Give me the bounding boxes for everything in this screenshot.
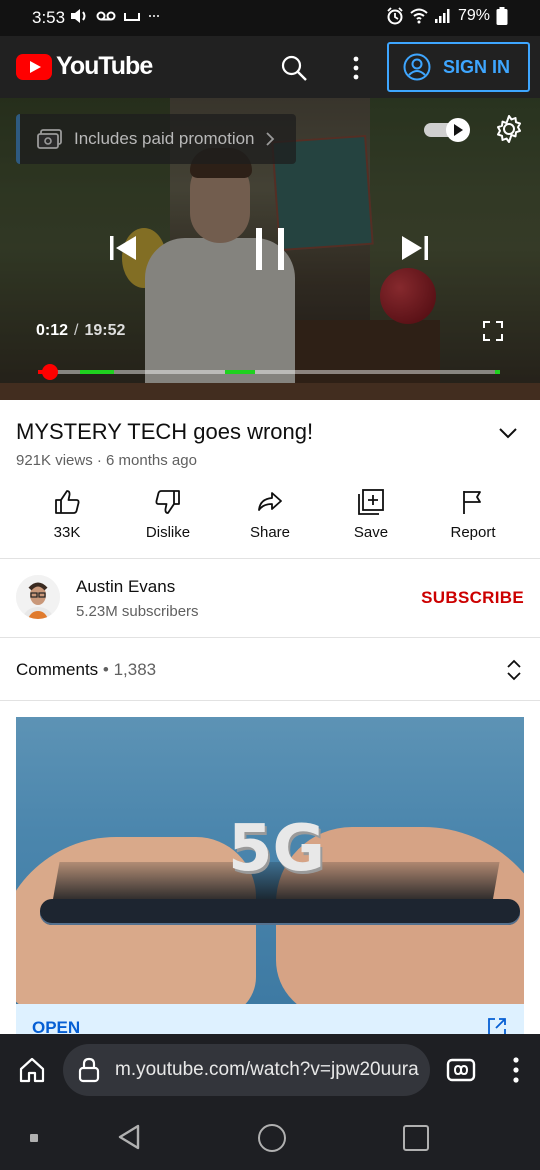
comments-label: Comments [16,660,99,679]
status-left-icons [70,8,160,24]
channel-avatar[interactable] [16,575,60,619]
ad-segment-marker [79,370,115,374]
account-icon [403,53,431,81]
paid-promotion-banner[interactable]: Includes paid promotion [16,114,296,164]
chevron-right-icon [265,132,274,146]
volume-icon [71,9,86,23]
tray-icon [124,13,140,21]
battery-icon [496,7,508,25]
expand-collapse-icon[interactable] [504,658,524,682]
lock-icon[interactable] [77,1057,101,1083]
channel-row[interactable]: Austin Evans 5.23M subscribers SUBSCRIBE [0,559,540,637]
more-options-icon[interactable] [346,54,366,82]
action-bar: 33K Dislike Share Save Report [0,480,540,558]
video-meta: 921K views · 6 months ago [16,452,197,469]
report-button[interactable]: Report [428,488,518,541]
current-time: 0:12 [36,322,69,339]
next-video-icon[interactable] [400,234,430,262]
nav-indicator-icon [30,1134,38,1142]
ad-segment-marker [225,370,256,374]
previous-video-icon[interactable] [108,234,138,262]
nav-back-icon[interactable] [114,1122,144,1152]
channel-avatar-image [16,575,60,619]
ad-image-5g-text: 5G [228,812,326,886]
youtube-logo-text: YouTube [56,52,153,80]
status-time: 3:53 [32,8,66,27]
settings-gear-icon[interactable] [494,114,524,144]
subscriber-count: 5.23M subscribers [76,603,199,620]
progress-bar[interactable] [38,364,500,380]
external-link-icon[interactable] [486,1016,508,1035]
address-bar[interactable]: m.youtube.com/watch?v=jpw20uura [63,1044,430,1096]
paid-promotion-icon [37,129,62,149]
youtube-play-icon [16,53,52,80]
nav-recents-icon[interactable] [403,1125,429,1151]
signal-icon [434,9,450,23]
save-button[interactable]: Save [326,488,416,541]
flag-icon [463,491,481,514]
save-label: Save [353,524,389,541]
comments-count: • 1,383 [98,660,157,679]
sign-in-label: SIGN IN [443,56,511,77]
share-button[interactable]: Share [225,488,315,541]
browser-home-icon[interactable] [18,1056,46,1084]
like-count: 33K [53,524,81,541]
autoplay-toggle[interactable] [424,118,472,142]
paid-promotion-label: Includes paid promotion [74,129,255,148]
sign-in-button[interactable]: SIGN IN [387,42,530,92]
alarm-icon [387,7,403,25]
time-display: 0:12 / 19:52 [36,322,125,340]
wifi-icon [410,8,428,24]
status-right: 79% [386,7,508,25]
video-player[interactable]: Includes paid promotion 0:12 / 19:52 [0,98,540,400]
divider [0,700,540,701]
time-separator: / [74,322,79,339]
fullscreen-icon[interactable] [482,320,504,342]
comments-section[interactable]: Comments • 1,383 [0,638,540,700]
voicemail-icon [96,11,116,21]
status-bar: 3:53 79% [0,0,540,36]
dislike-button[interactable]: Dislike [123,488,213,541]
save-playlist-icon [358,489,384,515]
share-label: Share [249,524,291,541]
tab-switcher-icon[interactable] [446,1058,476,1082]
ad-open-button[interactable]: OPEN [32,1018,80,1035]
youtube-logo[interactable]: YouTube [16,52,153,81]
video-duration: 19:52 [84,322,126,339]
thumbs-down-icon [155,490,180,514]
pause-icon[interactable] [250,226,290,272]
search-icon[interactable] [280,54,308,82]
progress-scrubber[interactable] [42,364,58,380]
ad-card[interactable]: 5G OPEN [16,717,524,1035]
ad-footer[interactable]: OPEN [16,1004,524,1035]
browser-toolbar: m.youtube.com/watch?v=jpw20uura [0,1034,540,1106]
like-button[interactable]: 33K [22,488,112,541]
report-label: Report [450,524,496,541]
app-header: YouTube SIGN IN [0,36,540,98]
ad-image[interactable]: 5G [16,717,524,1004]
thumbs-up-icon [55,490,80,514]
browser-menu-icon[interactable] [508,1056,524,1084]
channel-name[interactable]: Austin Evans [76,577,175,597]
more-notifications-icon [149,15,159,17]
comments-header: Comments • 1,383 [16,660,156,680]
subscribe-button[interactable]: SUBSCRIBE [421,588,524,608]
url-text[interactable]: m.youtube.com/watch?v=jpw20uura [115,1059,419,1081]
video-title: MYSTERY TECH goes wrong! [16,419,314,444]
ad-segment-marker [495,370,500,374]
battery-percent: 79% [457,7,490,24]
system-nav-bar [0,1106,540,1170]
ad-image-phone [40,899,520,925]
dislike-label: Dislike [145,524,191,541]
chevron-down-icon[interactable] [496,421,520,445]
nav-home-icon[interactable] [258,1124,286,1152]
share-icon [258,492,282,511]
